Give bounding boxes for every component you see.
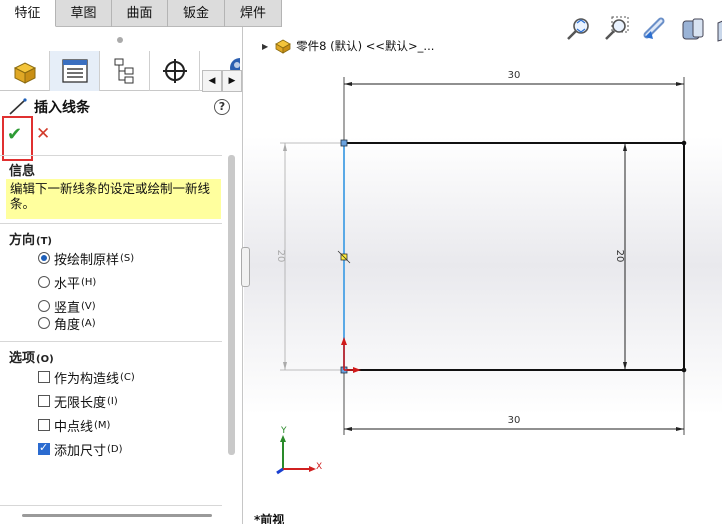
tab-sketch[interactable]: 草图 bbox=[56, 0, 112, 27]
feature-manager-tab[interactable] bbox=[0, 51, 50, 91]
dimension-top-value: 30 bbox=[508, 70, 521, 81]
crosshair-icon bbox=[162, 59, 187, 83]
axis-x-label: X bbox=[316, 462, 322, 472]
options-title-text: 选项 bbox=[9, 351, 36, 366]
axis-triad-icon: Y X bbox=[276, 426, 322, 475]
options-section-title[interactable]: 选项(O) bbox=[9, 347, 54, 366]
options-title-key: (O) bbox=[36, 354, 54, 365]
radio-horizontal[interactable]: 水平 (H) bbox=[38, 273, 97, 292]
radio-label: 角度 bbox=[54, 317, 81, 333]
sketch-canvas[interactable]: 30 30 20 20 Y X bbox=[244, 27, 722, 524]
command-manager-tabs: 特征 草图 曲面 钣金 焊件 bbox=[0, 0, 282, 27]
divider bbox=[0, 155, 222, 156]
view-label: *前视 bbox=[254, 513, 285, 524]
dimension-left-value: 20 bbox=[275, 250, 286, 263]
checkbox[interactable] bbox=[38, 419, 50, 431]
radio-key: (A) bbox=[81, 317, 96, 329]
direction-title-key: (T) bbox=[36, 236, 52, 247]
property-manager-panel: ◀ ▶ 插入线条 ? ✔ ✕ 信息 编辑下一新线条的设定或绘制一新线条。 方向(… bbox=[0, 27, 243, 524]
checkbox-for-construction[interactable]: 作为构造线 (C) bbox=[38, 368, 135, 387]
radio-key: (V) bbox=[81, 300, 96, 312]
configuration-manager-tab[interactable] bbox=[100, 51, 150, 91]
checkbox-infinite-length[interactable]: 无限长度 (I) bbox=[38, 392, 118, 411]
radio-key: (H) bbox=[81, 276, 97, 288]
checkbox-label: 中点线 bbox=[54, 419, 94, 435]
checkbox-key: (C) bbox=[120, 371, 135, 383]
dimension-top[interactable]: 30 bbox=[343, 70, 685, 143]
tab-surfaces[interactable]: 曲面 bbox=[112, 0, 168, 27]
panel-vertical-scrollbar[interactable] bbox=[228, 155, 235, 455]
checkbox[interactable] bbox=[38, 395, 50, 407]
property-manager-tab[interactable] bbox=[50, 51, 100, 91]
scroll-right-icon[interactable]: ▶ bbox=[222, 70, 242, 92]
feature-title: 插入线条 bbox=[8, 97, 90, 117]
radio-key: (S) bbox=[120, 252, 135, 264]
checkbox-label: 添加尺寸 bbox=[54, 443, 107, 459]
divider bbox=[0, 341, 222, 342]
sketch-rectangle[interactable] bbox=[343, 140, 687, 373]
ok-button[interactable]: ✔ bbox=[7, 124, 22, 145]
info-message: 编辑下一新线条的设定或绘制一新线条。 bbox=[6, 179, 221, 219]
checkbox-label: 作为构造线 bbox=[54, 371, 120, 387]
configuration-tree-icon bbox=[114, 58, 133, 84]
direction-title-text: 方向 bbox=[9, 233, 36, 248]
cancel-button[interactable]: ✕ bbox=[36, 124, 50, 144]
tab-features[interactable]: 特征 bbox=[0, 0, 56, 27]
feature-title-text: 插入线条 bbox=[34, 100, 90, 116]
radio-vertical[interactable]: 竖直 (V) bbox=[38, 297, 96, 316]
feature-manager-icon bbox=[13, 62, 36, 84]
checkbox-key: (I) bbox=[107, 395, 118, 407]
info-section-title: 信息 bbox=[9, 164, 36, 179]
radio-label: 按绘制原样 bbox=[54, 252, 120, 268]
radio-button[interactable] bbox=[38, 276, 50, 288]
scroll-left-icon[interactable]: ◀ bbox=[202, 70, 222, 92]
direction-section-title[interactable]: 方向(T) bbox=[9, 229, 52, 248]
checkbox-key: (M) bbox=[94, 419, 111, 431]
tab-weldments[interactable]: 焊件 bbox=[225, 0, 282, 27]
panel-grip-icon[interactable] bbox=[117, 37, 123, 43]
radio-button[interactable] bbox=[38, 317, 50, 329]
checkbox-add-dimensions[interactable]: 添加尺寸(D) bbox=[38, 440, 123, 459]
radio-as-sketched[interactable]: 按绘制原样 (S) bbox=[38, 249, 135, 268]
checkbox-midpoint-line[interactable]: 中点线 (M) bbox=[38, 416, 111, 435]
divider bbox=[0, 223, 222, 224]
checkbox[interactable] bbox=[38, 371, 50, 383]
tab-sheet-metal[interactable]: 钣金 bbox=[168, 0, 225, 27]
radio-label: 水平 bbox=[54, 276, 81, 292]
property-manager-icon bbox=[61, 59, 88, 83]
endpoint-top[interactable] bbox=[340, 139, 348, 147]
dimension-bottom[interactable]: 30 bbox=[343, 370, 685, 435]
dimension-right[interactable]: 20 bbox=[614, 143, 627, 370]
checkbox-key: (D) bbox=[107, 443, 123, 455]
dimension-right-value: 20 bbox=[614, 250, 625, 263]
axis-y-label: Y bbox=[280, 426, 287, 436]
sketch-origin-icon bbox=[341, 337, 361, 373]
dimension-left[interactable]: 20 bbox=[275, 142, 344, 371]
divider bbox=[0, 505, 222, 506]
dimension-bottom-value: 30 bbox=[508, 415, 521, 426]
radio-button[interactable] bbox=[38, 252, 50, 264]
panel-horizontal-scrollbar[interactable] bbox=[22, 514, 212, 517]
dimxpert-tab[interactable] bbox=[150, 51, 200, 91]
radio-button[interactable] bbox=[38, 300, 50, 312]
checkbox-label: 无限长度 bbox=[54, 395, 107, 411]
checkbox[interactable] bbox=[38, 441, 50, 455]
help-icon[interactable]: ? bbox=[214, 99, 230, 115]
line-tool-icon bbox=[9, 98, 27, 115]
radio-angle[interactable]: 角度 (A) bbox=[38, 314, 96, 333]
panel-tab-scroll: ◀ ▶ bbox=[202, 70, 242, 92]
